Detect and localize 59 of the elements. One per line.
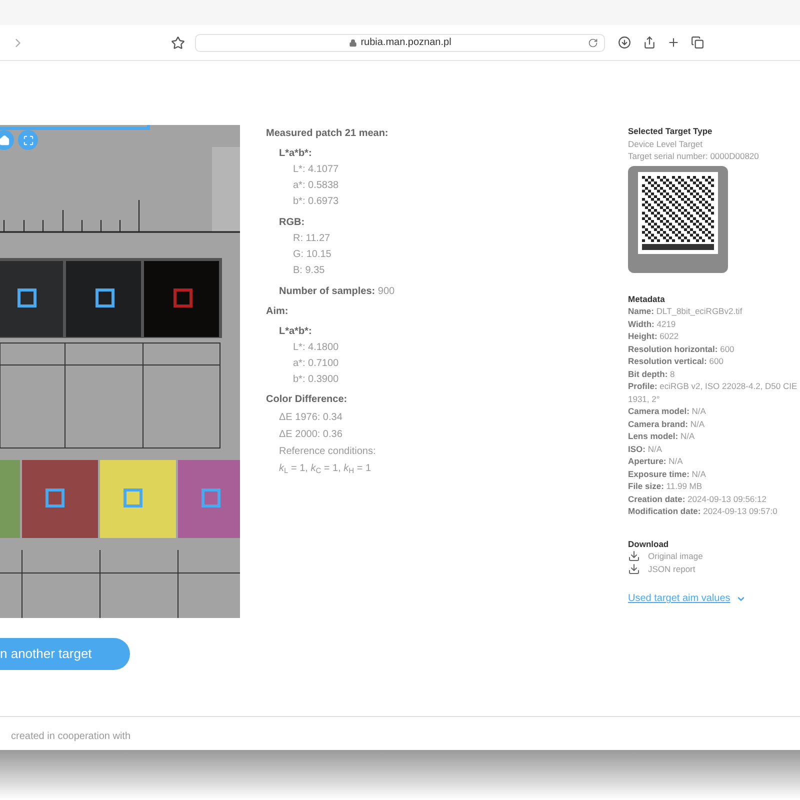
section-heading: Metadata bbox=[628, 292, 666, 305]
value-text: a*: 0.7100 bbox=[292, 358, 340, 370]
metadata-row-text: Exposure time: N/A bbox=[628, 468, 707, 480]
section-heading: Color Difference: bbox=[266, 394, 348, 406]
samples-text: Number of samples: 900 bbox=[278, 286, 396, 298]
reload-icon[interactable] bbox=[588, 38, 598, 48]
url-text: rubia.man.poznan.pl bbox=[360, 36, 452, 50]
metadata-row-text: Width: 4219 bbox=[628, 318, 677, 330]
value-text: ΔE 2000: 0.36 bbox=[279, 429, 344, 441]
value-text: R: 11.27 bbox=[292, 233, 332, 245]
metadata-row-text: Lens model: N/A bbox=[628, 430, 696, 442]
section-heading: Aim: bbox=[266, 306, 290, 318]
section-heading: Selected Target Type bbox=[628, 125, 714, 138]
metadata-row-text: Camera brand: N/A bbox=[628, 418, 706, 430]
metadata-row-text: Aperture: N/A bbox=[628, 455, 684, 468]
group-heading: L*a*b*: bbox=[279, 148, 313, 160]
group-heading: L*a*b*: bbox=[279, 326, 313, 338]
scan-button[interactable]: n another target bbox=[0, 638, 130, 670]
target-type: Device Level Target bbox=[628, 138, 704, 150]
metadata-row-text: Name: DLT_8bit_eciRGBv2.tif bbox=[628, 305, 744, 318]
address-field[interactable]: rubia.man.poznan.pl bbox=[195, 34, 605, 52]
share-icon[interactable] bbox=[643, 36, 656, 49]
value-text: b*: 0.6973 bbox=[292, 196, 340, 208]
download-link[interactable]: JSON report bbox=[628, 562, 800, 575]
metadata-row-text: Camera model: N/A bbox=[628, 405, 707, 418]
metadata-row-text: Resolution vertical: 600 bbox=[628, 355, 724, 368]
bookmark-icon[interactable] bbox=[171, 36, 185, 50]
new-tab-icon[interactable] bbox=[667, 36, 680, 49]
fullscreen-icon bbox=[22, 134, 34, 146]
serial-text: Target serial number: 0000D00820 bbox=[628, 150, 760, 162]
tabs-icon[interactable] bbox=[691, 36, 704, 49]
download-icon bbox=[628, 562, 640, 575]
download-icon[interactable] bbox=[618, 36, 631, 49]
aim-values-link[interactable]: Used target aim values bbox=[628, 593, 800, 606]
lock-icon bbox=[348, 38, 357, 46]
value-text: G: 10.15 bbox=[292, 249, 332, 261]
group-heading: RGB: bbox=[279, 217, 306, 229]
metadata-row-text: Modification date: 2024-09-13 09:57:0 bbox=[628, 505, 778, 518]
value-text: a*: 0.5838 bbox=[292, 180, 340, 192]
value-text: B: 9.35 bbox=[292, 265, 326, 277]
value-text: Reference conditions: bbox=[279, 446, 377, 458]
value-text: L*: 4.1800 bbox=[292, 342, 340, 354]
home-icon bbox=[0, 134, 10, 146]
value-text: b*: 0.3900 bbox=[292, 374, 340, 386]
metadata-row-text: Bit depth: 8 bbox=[628, 368, 676, 380]
metadata-row-text: ISO: N/A bbox=[628, 442, 664, 455]
download-icon bbox=[628, 550, 640, 562]
value-text: L*: 4.1077 bbox=[292, 164, 340, 176]
metadata-row-text: Profile: eciRGB v2, ISO 22028-4.2, D50 CIE 1931, 2° bbox=[628, 380, 798, 405]
formula-text: k$_{L}$ = 1, k$_{C}$ = 1, k$_{H}$ = 1 bbox=[279, 463, 372, 475]
metadata-row-text: File size: 11.99 MB bbox=[628, 480, 704, 492]
metadata-row-text: Creation date: 2024-09-13 09:56:12 bbox=[628, 492, 768, 505]
footer-text: created in cooperation with bbox=[11, 730, 132, 744]
metadata-row-text: Resolution horizontal: 600 bbox=[628, 342, 736, 355]
section-heading: Measured patch 21 mean: bbox=[266, 128, 390, 140]
metadata-row-text: Height: 6022 bbox=[628, 330, 680, 342]
download-link[interactable]: Original image bbox=[628, 550, 800, 562]
section-heading: Download bbox=[628, 538, 670, 550]
value-text: ΔE 1976: 0.34 bbox=[279, 412, 344, 424]
